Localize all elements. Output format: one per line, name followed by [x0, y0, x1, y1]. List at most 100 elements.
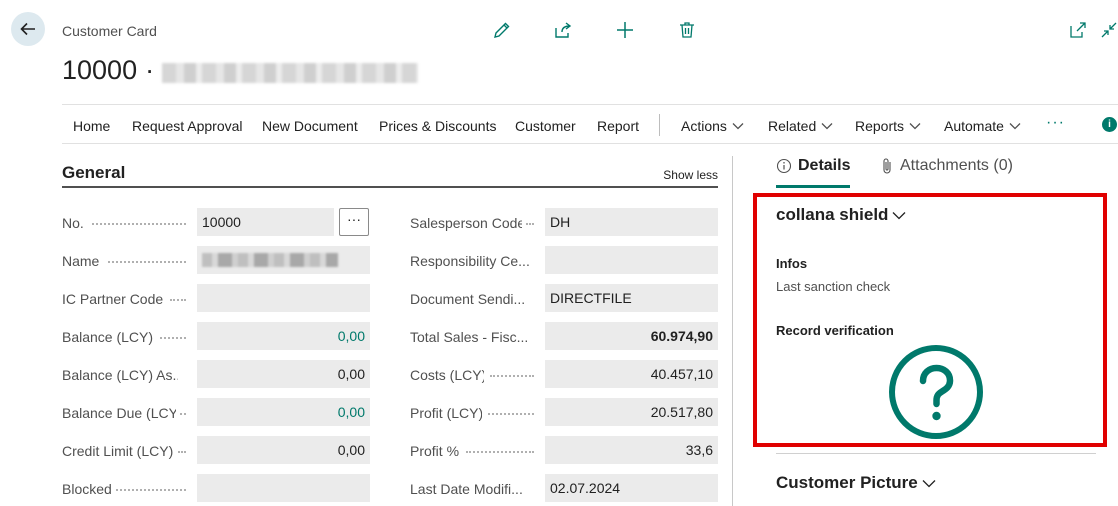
- question-mark-icon[interactable]: [887, 343, 985, 441]
- field-leader: [116, 489, 186, 491]
- field-salesperson-code[interactable]: DH: [545, 208, 718, 236]
- customer-picture-header[interactable]: Customer Picture: [776, 473, 936, 493]
- field-profit-percent[interactable]: 33,6: [545, 436, 718, 464]
- field-profit-lcy[interactable]: 20.517,80: [545, 398, 718, 426]
- new-button[interactable]: [613, 18, 637, 42]
- info-icon: [776, 158, 792, 174]
- action-automate-menu[interactable]: Automate: [944, 118, 1021, 134]
- back-button[interactable]: [11, 12, 45, 46]
- field-label-credit-limit-lcy: Credit Limit (LCY): [62, 443, 174, 459]
- action-customer[interactable]: Customer: [515, 118, 576, 134]
- collana-shield-title: collana shield: [776, 205, 889, 224]
- field-document-sending[interactable]: DIRECTFILE: [545, 284, 718, 312]
- actions-menu-label: Actions: [681, 118, 727, 134]
- factbox-separator: [776, 453, 1096, 454]
- show-less-link[interactable]: Show less: [663, 168, 718, 182]
- reports-menu-label: Reports: [855, 118, 905, 134]
- action-request-approval[interactable]: Request Approval: [132, 118, 243, 134]
- delete-button[interactable]: [675, 18, 699, 42]
- field-balance-lcy-as[interactable]: 0,00: [197, 360, 370, 388]
- field-label-no: No.: [62, 215, 84, 231]
- action-bar-divider: [659, 114, 660, 136]
- share-button[interactable]: [551, 18, 575, 42]
- field-leader: [488, 413, 534, 415]
- field-last-date-modified[interactable]: 02.07.2024: [545, 474, 718, 502]
- field-leader: [490, 375, 534, 377]
- tab-details[interactable]: Details: [776, 157, 850, 175]
- field-label-balance-lcy: Balance (LCY): [62, 329, 154, 345]
- field-costs-lcy[interactable]: 40.457,10: [545, 360, 718, 388]
- name-value-redacted: [202, 253, 338, 267]
- field-leader: [178, 451, 186, 453]
- action-prices-discounts[interactable]: Prices & Discounts: [379, 118, 496, 134]
- field-label-name: Name: [62, 253, 100, 269]
- page-type-caption: Customer Card: [62, 23, 157, 39]
- field-leader: [526, 223, 534, 225]
- add-icon: [617, 22, 633, 38]
- customer-name-redacted: [162, 62, 419, 83]
- field-label-last-date-modified: Last Date Modifi...: [410, 481, 523, 497]
- arrow-left-icon: [20, 22, 35, 36]
- field-balance-due-lcy[interactable]: 0,00: [197, 398, 370, 426]
- field-leader: [466, 451, 534, 453]
- infos-label: Infos: [776, 256, 808, 271]
- related-menu-label: Related: [768, 118, 817, 134]
- record-verification-label: Record verification: [776, 323, 894, 338]
- tab-attachments[interactable]: Attachments (0): [880, 157, 1013, 175]
- general-fasttab-title[interactable]: General: [62, 163, 125, 183]
- chevron-down-icon: [922, 479, 936, 487]
- field-leader: [170, 299, 186, 301]
- action-new-document[interactable]: New Document: [262, 118, 358, 134]
- last-sanction-check-link[interactable]: Last sanction check: [776, 279, 890, 294]
- customer-picture-title: Customer Picture: [776, 473, 918, 492]
- share-icon: [555, 22, 572, 38]
- field-responsibility-center[interactable]: [545, 246, 718, 274]
- field-label-total-sales-fiscal: Total Sales - Fisc...: [410, 329, 529, 345]
- field-label-profit-percent: Profit %: [410, 443, 460, 459]
- field-label-balance-lcy-as: Balance (LCY) As...: [62, 367, 178, 383]
- chevron-down-icon: [821, 123, 833, 130]
- collana-shield-header[interactable]: collana shield: [776, 205, 906, 225]
- no-lookup-button[interactable]: ···: [339, 208, 369, 236]
- tab-attachments-label: Attachments (0): [900, 157, 1013, 174]
- action-report[interactable]: Report: [597, 118, 639, 134]
- automate-menu-label: Automate: [944, 118, 1004, 134]
- field-label-blocked: Blocked: [62, 481, 112, 497]
- action-related-menu[interactable]: Related: [768, 118, 833, 134]
- factbox-divider: [732, 156, 733, 506]
- field-label-balance-due-lcy: Balance Due (LCY): [62, 405, 176, 421]
- field-leader: [108, 261, 186, 263]
- field-label-salesperson-code: Salesperson Code: [410, 215, 522, 231]
- customer-number: 10000: [62, 55, 138, 85]
- collapse-icon: [1101, 22, 1117, 38]
- title-separator: ·: [145, 55, 155, 85]
- more-actions-button[interactable]: ···: [1046, 114, 1065, 132]
- field-balance-lcy[interactable]: 0,00: [197, 322, 370, 350]
- field-leader: [160, 337, 186, 339]
- field-blocked[interactable]: [197, 474, 370, 502]
- field-label-ic-partner-code: IC Partner Code: [62, 291, 164, 307]
- field-label-responsibility-center: Responsibility Ce...: [410, 253, 530, 269]
- edit-icon: [494, 22, 510, 38]
- action-home[interactable]: Home: [73, 118, 110, 134]
- field-label-document-sending: Document Sendi...: [410, 291, 526, 307]
- field-total-sales-fiscal[interactable]: 60.974,90: [545, 322, 718, 350]
- chevron-down-icon: [1009, 123, 1021, 130]
- delete-icon: [680, 22, 694, 38]
- field-no[interactable]: 10000: [197, 208, 334, 236]
- paperclip-icon: [883, 158, 891, 174]
- open-new-window-button[interactable]: [1066, 18, 1090, 42]
- action-actions-menu[interactable]: Actions: [681, 118, 744, 134]
- field-credit-limit-lcy[interactable]: 0,00: [197, 436, 370, 464]
- collapse-button[interactable]: [1097, 18, 1118, 42]
- open-new-window-icon: [1070, 22, 1086, 38]
- general-fasttab-header: General Show less: [62, 158, 718, 188]
- chevron-down-icon: [909, 123, 921, 130]
- field-name[interactable]: [197, 246, 370, 274]
- field-leader: [180, 413, 186, 415]
- edit-button[interactable]: [490, 18, 514, 42]
- action-bar: Home Request Approval New Document Price…: [62, 104, 1118, 144]
- info-icon[interactable]: i: [1102, 117, 1117, 132]
- field-ic-partner-code[interactable]: [197, 284, 370, 312]
- action-reports-menu[interactable]: Reports: [855, 118, 921, 134]
